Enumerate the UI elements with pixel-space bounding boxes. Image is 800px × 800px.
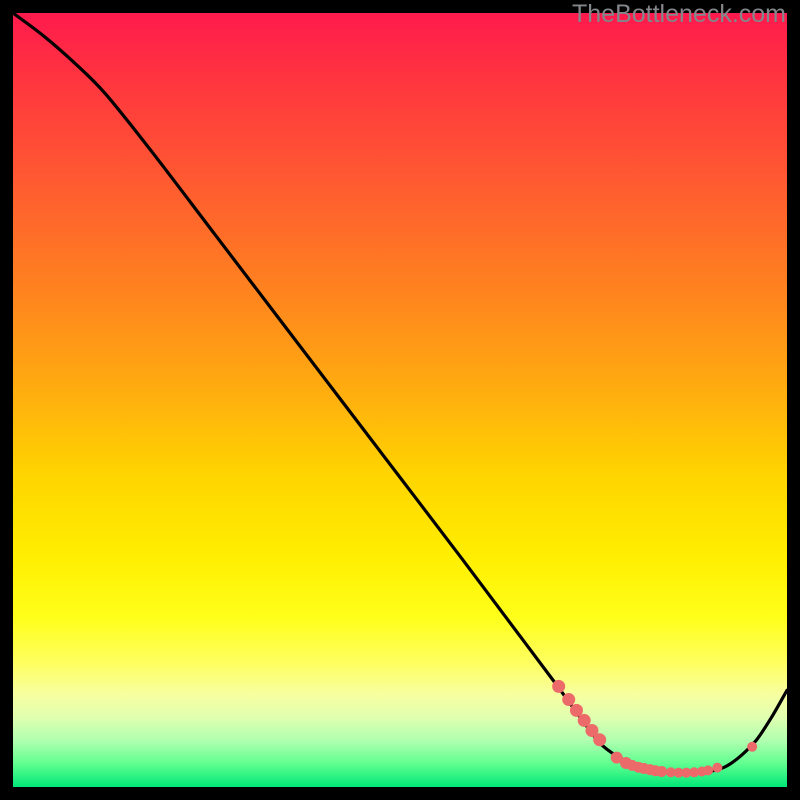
gradient-plot-area: [13, 13, 787, 787]
data-point: [712, 763, 722, 773]
data-point: [593, 733, 606, 746]
watermark-text: TheBottleneck.com: [572, 0, 786, 29]
data-point: [552, 680, 565, 693]
bottleneck-curve: [13, 13, 787, 773]
data-point: [656, 766, 667, 777]
data-point: [747, 742, 757, 752]
curve-layer: [13, 13, 787, 787]
chart-frame: TheBottleneck.com: [0, 0, 800, 800]
data-point-group: [552, 680, 757, 778]
data-point: [562, 693, 575, 706]
data-point: [703, 765, 713, 775]
